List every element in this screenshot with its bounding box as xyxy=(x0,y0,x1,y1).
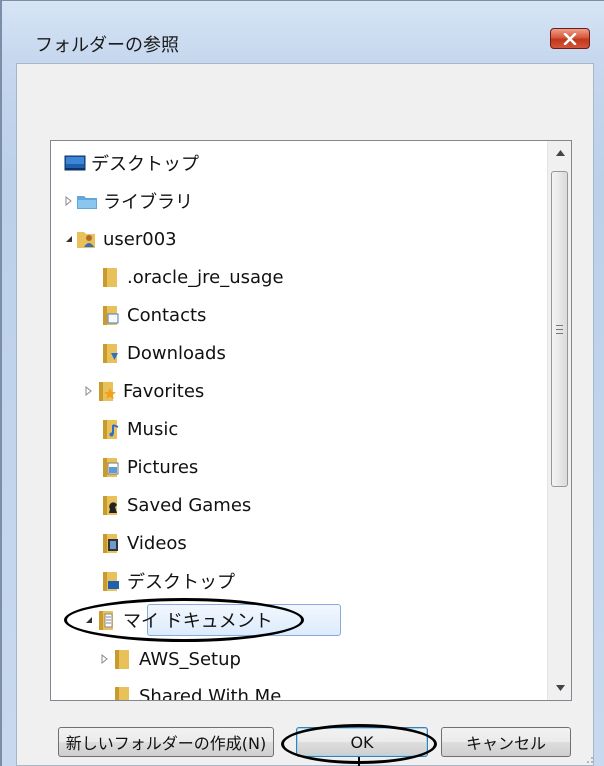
tree-item-aws-setup[interactable]: AWS_Setup xyxy=(51,644,546,674)
tree-item-label: AWS_Setup xyxy=(139,648,241,670)
tree-item-libraries[interactable]: ライブラリ xyxy=(51,186,546,216)
scroll-up-arrow-icon xyxy=(555,150,565,156)
collapse-arrow-icon[interactable] xyxy=(83,614,95,626)
tree-item-my-documents[interactable]: マイ ドキュメント xyxy=(51,605,546,635)
folder-icon xyxy=(115,650,129,669)
tree-item-contacts[interactable]: Contacts xyxy=(51,300,546,330)
videos-folder-icon xyxy=(103,534,118,553)
resize-grip-icon[interactable] xyxy=(582,752,594,764)
cancel-button[interactable]: キャンセル xyxy=(441,727,571,757)
tree-item-videos[interactable]: Videos xyxy=(51,528,546,558)
scroll-down-button[interactable] xyxy=(548,676,571,700)
desktop-folder-icon xyxy=(103,572,119,591)
tree-item-downloads[interactable]: Downloads xyxy=(51,338,546,368)
tree-item-label: Saved Games xyxy=(127,494,252,516)
annotation-pointer-line xyxy=(358,757,360,766)
folder-tree-list: デスクトップ ライブラリ user003 .oracle_jre_usage C… xyxy=(51,141,546,700)
close-button[interactable] xyxy=(550,28,590,49)
pictures-folder-icon xyxy=(103,458,119,477)
tree-item-label: .oracle_jre_usage xyxy=(127,266,284,288)
favorites-folder-icon xyxy=(99,382,116,401)
tree-item-label: user003 xyxy=(103,228,177,250)
vertical-scrollbar[interactable] xyxy=(547,141,571,700)
tree-item-label: Music xyxy=(127,418,179,440)
tree-item-music[interactable]: Music xyxy=(51,414,546,444)
music-folder-icon xyxy=(103,420,119,439)
tree-item-label: Favorites xyxy=(123,380,205,402)
scrollbar-thumb[interactable] xyxy=(551,171,568,487)
folder-icon xyxy=(115,687,129,700)
scroll-down-arrow-icon xyxy=(555,685,565,691)
saved-games-folder-icon xyxy=(103,496,117,515)
expand-arrow-icon[interactable] xyxy=(83,385,95,397)
tree-item-label: マイ ドキュメント xyxy=(123,611,273,632)
tree-item-label: デスクトップ xyxy=(127,572,235,593)
downloads-folder-icon xyxy=(103,344,118,363)
tree-item-label: Downloads xyxy=(127,342,226,364)
new-folder-button[interactable]: 新しいフォルダーの作成(N) xyxy=(58,727,274,757)
ok-button[interactable]: OK xyxy=(296,727,428,757)
expand-arrow-icon[interactable] xyxy=(99,653,111,665)
folder-tree[interactable]: デスクトップ ライブラリ user003 .oracle_jre_usage C… xyxy=(50,140,572,701)
scroll-up-button[interactable] xyxy=(548,141,571,165)
tree-item-desktop[interactable]: デスクトップ xyxy=(51,148,546,178)
close-x-icon xyxy=(563,32,577,45)
tree-item-user003[interactable]: user003 xyxy=(51,224,546,254)
expand-arrow-icon[interactable] xyxy=(63,195,75,207)
tree-item-shared-with-me[interactable]: Shared With Me xyxy=(51,681,546,700)
tree-item-desktop-folder[interactable]: デスクトップ xyxy=(51,566,546,596)
tree-item-label: Contacts xyxy=(127,304,207,326)
folder-icon xyxy=(103,268,117,287)
tree-item-favorites[interactable]: Favorites xyxy=(51,376,546,406)
window-title: フォルダーの参照 xyxy=(35,35,179,56)
tree-item-label: デスクトップ xyxy=(91,154,199,175)
tree-item-pictures[interactable]: Pictures xyxy=(51,452,546,482)
tree-item-label: Pictures xyxy=(127,456,199,478)
documents-folder-icon xyxy=(99,611,113,630)
tree-item-oracle-jre-usage[interactable]: .oracle_jre_usage xyxy=(51,262,546,292)
contacts-folder-icon xyxy=(103,306,119,325)
grip-icon xyxy=(556,324,563,334)
collapse-arrow-icon[interactable] xyxy=(63,233,75,245)
tree-item-label: ライブラリ xyxy=(103,192,193,213)
tree-item-label: Videos xyxy=(127,532,187,554)
tree-item-saved-games[interactable]: Saved Games xyxy=(51,490,546,520)
library-folder-icon xyxy=(77,196,97,209)
user-folder-icon xyxy=(77,232,95,248)
desktop-icon xyxy=(64,155,86,171)
tree-item-label: Shared With Me xyxy=(139,685,282,701)
